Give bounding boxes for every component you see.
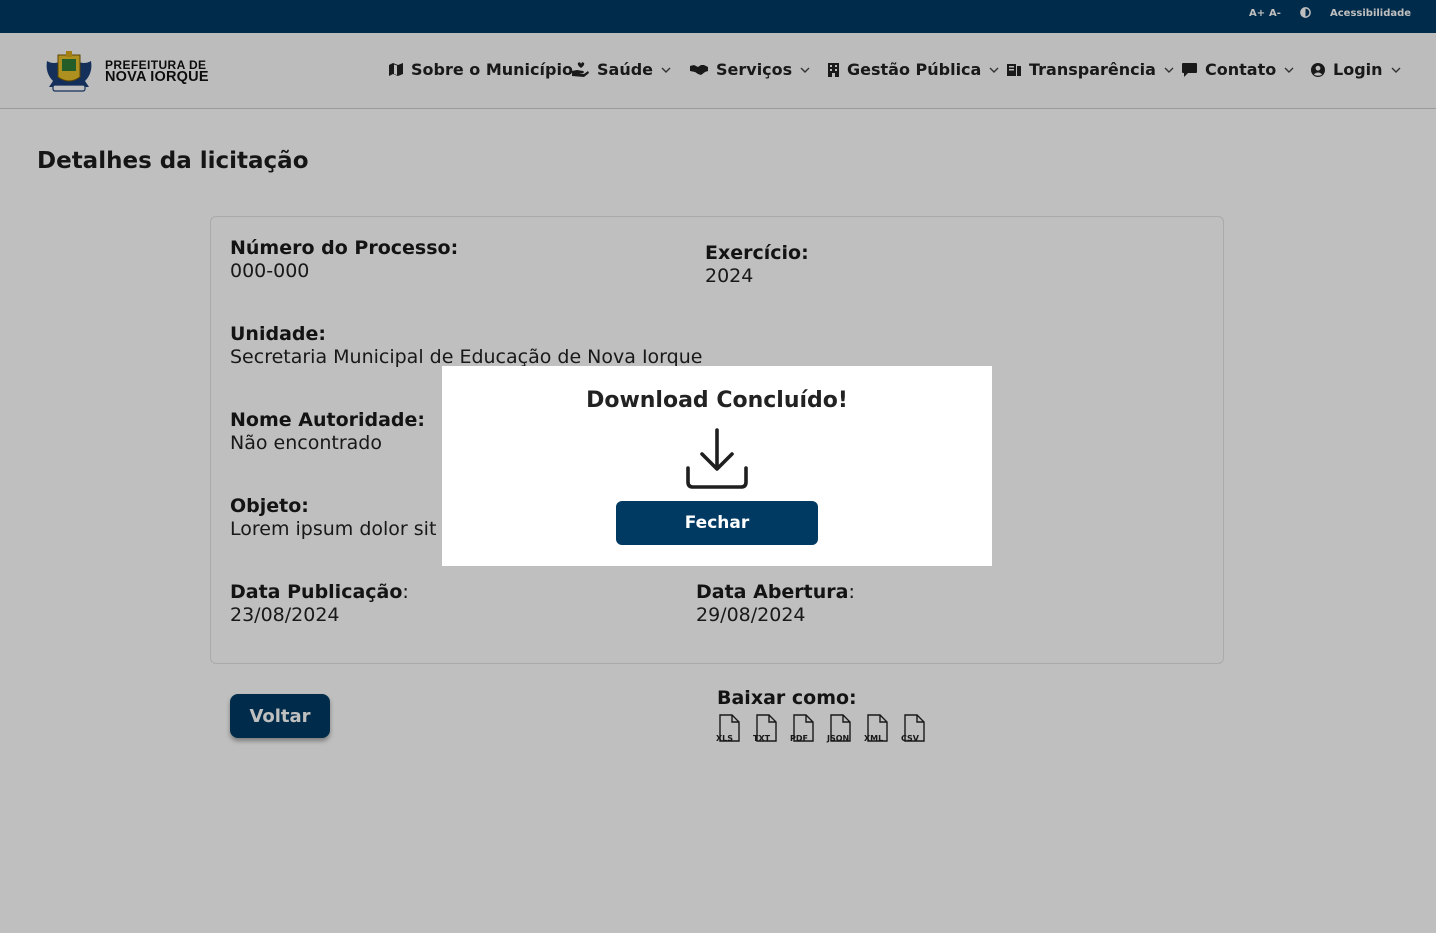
modal-title: Download Concluído!	[586, 388, 848, 413]
close-modal-button[interactable]: Fechar	[616, 501, 818, 545]
download-complete-modal: Download Concluído! Fechar	[442, 366, 992, 566]
download-icon	[686, 428, 748, 495]
